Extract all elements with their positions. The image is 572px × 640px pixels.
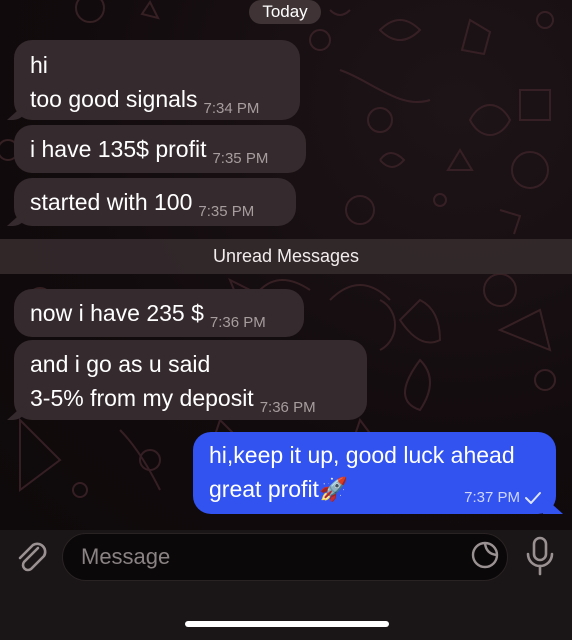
microphone-icon[interactable] <box>524 536 556 578</box>
outgoing-message[interactable]: hi,keep it up, good luck ahead great pro… <box>193 432 556 514</box>
message-text: hi,keep it up, good luck ahead <box>209 442 515 468</box>
checkmark-icon <box>525 491 541 504</box>
message-text: hi <box>30 52 48 78</box>
message-time: 7:36 PM <box>209 314 266 331</box>
message-time: 7:37 PM <box>464 489 520 506</box>
message-time: 7:34 PM <box>203 100 260 117</box>
message-text: now i have 235 $ <box>30 300 204 326</box>
message-time: 7:35 PM <box>198 203 255 220</box>
message-text: started with 100 <box>30 189 193 215</box>
incoming-message[interactable]: started with 100 7:35 PM <box>14 178 296 226</box>
message-text: i have 135$ profit <box>30 136 207 162</box>
incoming-message[interactable]: i have 135$ profit 7:35 PM <box>14 125 306 173</box>
rocket-emoji: 🚀 <box>318 476 348 502</box>
message-time: 7:36 PM <box>259 399 316 416</box>
date-separator: Today <box>249 0 321 24</box>
unread-separator: Unread Messages <box>0 239 572 274</box>
incoming-message[interactable]: hi too good signals 7:34 PM <box>14 40 300 120</box>
message-field[interactable] <box>62 533 508 581</box>
sticker-icon[interactable] <box>470 540 500 572</box>
home-indicator <box>185 621 389 627</box>
message-input[interactable] <box>81 534 461 580</box>
message-time: 7:35 PM <box>212 150 269 167</box>
message-text: 3-5% from my deposit <box>30 385 254 411</box>
message-text: and i go as u said <box>30 351 211 377</box>
incoming-message[interactable]: now i have 235 $ 7:36 PM <box>14 289 304 337</box>
message-meta: 7:37 PM <box>464 489 542 506</box>
message-text: too good signals <box>30 86 198 112</box>
paperclip-icon[interactable] <box>14 540 50 576</box>
incoming-message[interactable]: and i go as u said 3-5% from my deposit 7… <box>14 340 367 420</box>
